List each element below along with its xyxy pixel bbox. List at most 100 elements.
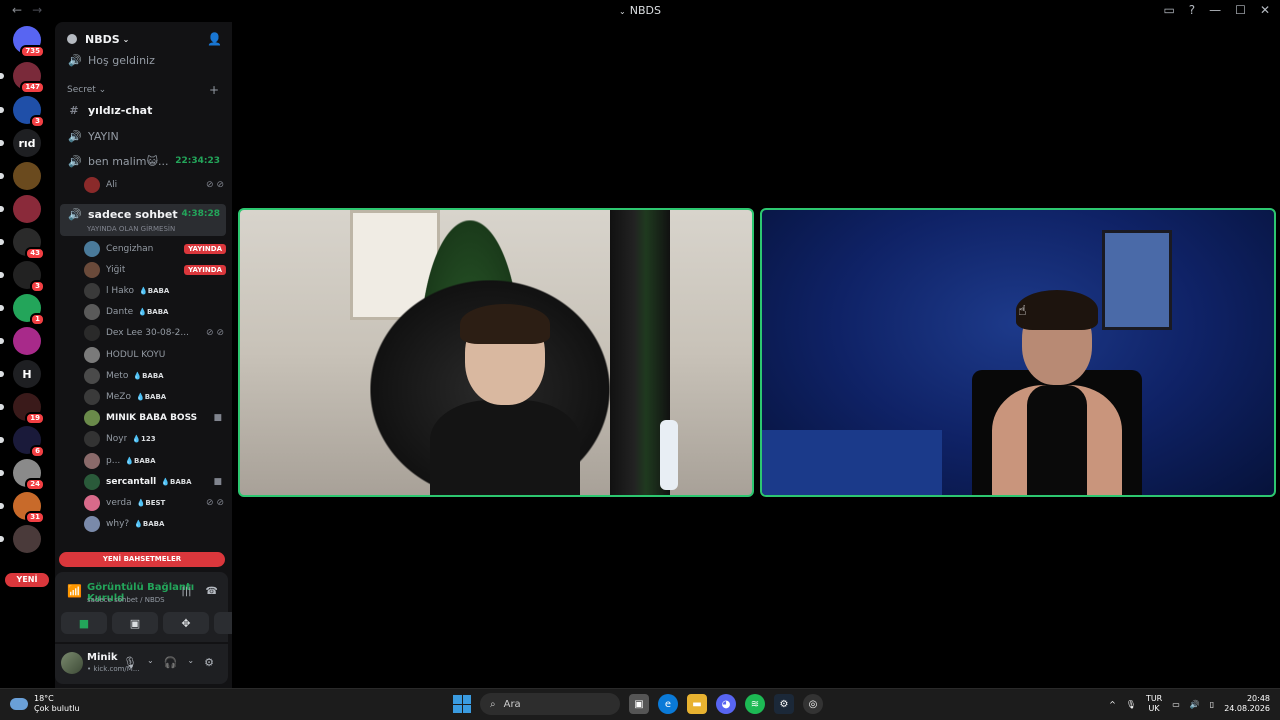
server-icon-s8[interactable]: 1 <box>13 294 45 326</box>
user-name: verda <box>106 497 132 508</box>
weather-widget[interactable]: 18°C Çok bulutlu <box>10 694 80 714</box>
gear-icon[interactable]: ⚙ <box>204 656 214 669</box>
avatar[interactable] <box>61 652 83 674</box>
server-icon-s2[interactable]: 3 <box>13 96 45 128</box>
voice-user[interactable]: verda 💧BEST ⊘ ⊘ <box>84 492 226 513</box>
create-channel-icon[interactable]: + <box>209 83 219 97</box>
activities-button[interactable]: ✥ <box>163 612 209 634</box>
voice-user[interactable]: Yiğit YAYINDA <box>84 259 226 280</box>
voice-user[interactable]: MİNİK BABA BOSS ■ <box>84 408 226 429</box>
close-button[interactable]: ✕ <box>1260 3 1270 17</box>
volume-icon[interactable]: 🔊 <box>1190 700 1200 709</box>
avatar <box>84 388 100 405</box>
server-icon-s14[interactable]: 31 <box>13 492 45 524</box>
unread-badge: 43 <box>25 247 45 260</box>
network-icon[interactable]: ▭ <box>1172 700 1180 709</box>
battery-icon[interactable]: ▯ <box>1210 700 1214 709</box>
search-box[interactable]: ⌕ Ara <box>480 693 620 715</box>
chevron-down-icon[interactable]: ⌄ <box>187 656 194 669</box>
windows-start-icon[interactable] <box>453 695 471 713</box>
spotify-icon[interactable]: ≋ <box>745 694 765 714</box>
clock[interactable]: 20:48 24.08.2026 <box>1224 694 1270 714</box>
chevron-down-icon[interactable]: ⌄ <box>147 656 154 669</box>
role-tag: 💧BABA <box>139 287 169 295</box>
edge-icon[interactable]: e <box>658 694 678 714</box>
channel-yildiz-chat[interactable]: # yıldız-chat <box>60 99 226 121</box>
minimize-button[interactable]: — <box>1209 3 1221 17</box>
invite-people-icon[interactable]: 👤 <box>207 32 222 46</box>
voice-user[interactable]: Noyr 💧123 <box>84 429 226 450</box>
connection-location[interactable]: sadece sohbet / NBDS <box>87 596 165 604</box>
help-icon[interactable]: ? <box>1189 3 1195 17</box>
voice-user[interactable]: l Hako 💧BABA <box>84 280 226 301</box>
inbox-icon[interactable]: ▭ <box>1163 3 1174 17</box>
speaker-active-icon: 🔊 <box>68 208 82 221</box>
server-icon-s13[interactable]: 24 <box>13 459 45 491</box>
server-icon-s12[interactable]: 6 <box>13 426 45 458</box>
voice-user[interactable]: sercantall 💧BABA ■ <box>84 471 226 492</box>
screen-share-button[interactable]: ▣ <box>112 612 158 634</box>
server-icon-s6[interactable]: 43 <box>13 228 45 260</box>
task-view-icon[interactable]: ▣ <box>629 694 649 714</box>
microphone-icon[interactable]: 🎙 <box>1126 700 1136 709</box>
droplet-icon: 💧 <box>135 392 145 401</box>
hashtag-icon: # <box>69 103 79 117</box>
server-icon-s10[interactable]: H <box>13 360 41 388</box>
signal-icon[interactable]: 📶 <box>67 584 82 598</box>
user-name: HODUL KOYU <box>106 349 166 360</box>
server-icon-s3[interactable]: rıd <box>13 129 41 157</box>
discord-icon[interactable]: ◕ <box>716 694 736 714</box>
channel-label: YAYIN <box>88 129 119 143</box>
video-tile-2[interactable] <box>760 208 1276 497</box>
unread-badge: 735 <box>20 45 45 58</box>
server-icon-s5[interactable] <box>13 195 41 223</box>
voice-user[interactable]: Meto 💧BABA <box>84 365 226 386</box>
user-controls: 🎙 ⌄ 🎧 ⌄ ⚙ <box>123 656 214 669</box>
voice-user[interactable]: Dex Lee 30-08-2... ⊘ ⊘ <box>84 323 226 344</box>
server-icon-s7[interactable]: 3 <box>13 261 45 293</box>
voice-user[interactable]: Dante 💧BABA <box>84 302 226 323</box>
app-icon[interactable]: ◎ <box>803 694 823 714</box>
chevron-up-icon[interactable]: ^ <box>1109 700 1116 709</box>
category-secret[interactable]: Secret ⌄ + <box>67 83 219 97</box>
avatar <box>84 282 100 299</box>
voice-user[interactable]: MeZo 💧BABA <box>84 386 226 407</box>
server-icon-s9[interactable] <box>13 327 41 355</box>
steam-icon[interactable]: ⚙ <box>774 694 794 714</box>
channel-ben-malim[interactable]: 🔊 ben malim😺... 22:34:23 <box>60 150 226 172</box>
server-icon-s1[interactable]: 147 <box>13 62 45 94</box>
noise-suppression-icon[interactable]: ||| <box>181 586 191 597</box>
maximize-button[interactable]: ☐ <box>1235 3 1246 17</box>
disconnect-icon[interactable]: ☎ <box>206 586 218 597</box>
voice-user[interactable]: why? 💧BABA <box>84 514 226 535</box>
avatar <box>84 516 100 533</box>
droplet-icon: 💧 <box>134 520 143 529</box>
server-icon-s4[interactable] <box>13 162 41 190</box>
video-tile-1[interactable] <box>238 208 754 497</box>
channel-welcome[interactable]: 🔊 Hoş geldiniz <box>60 49 226 71</box>
server-icon-home[interactable]: 735 <box>13 26 45 58</box>
new-unreads-badge[interactable]: YENİ <box>5 573 49 587</box>
unread-pip <box>0 272 4 278</box>
new-mentions-bar[interactable]: YENİ BAHSETMELER <box>59 552 225 567</box>
voice-user[interactable]: p... 💧BABA <box>84 450 226 471</box>
headphones-icon[interactable]: 🎧 <box>164 656 178 669</box>
mute-deafen-icon: ⊘ ⊘ <box>206 179 224 190</box>
voice-user[interactable]: Ali ⊘ ⊘ <box>84 174 226 195</box>
avatar <box>84 473 100 490</box>
voice-user[interactable]: HODUL KOYU <box>84 344 226 365</box>
title-bar: ← → ⌄ NBDS ▭ ? — ☐ ✕ <box>0 0 1280 22</box>
language-indicator[interactable]: TUR UK <box>1146 694 1162 714</box>
server-icon-s11[interactable]: 19 <box>13 393 45 425</box>
speaker-icon: 🔊 <box>68 129 82 143</box>
avatar <box>84 240 100 257</box>
camera-button[interactable]: ■ <box>61 612 107 634</box>
server-icon-s15[interactable] <box>13 525 41 553</box>
role-tag-label: BABA <box>147 286 170 295</box>
taskbar: 18°C Çok bulutlu ⌕ Ara ▣ e ▬ ◕ ≋ ⚙ ◎ ^ 🎙… <box>0 688 1280 720</box>
microphone-icon[interactable]: 🎙 <box>123 656 137 669</box>
channel-yayin[interactable]: 🔊 YAYIN <box>60 125 226 147</box>
file-explorer-icon[interactable]: ▬ <box>687 694 707 714</box>
lang-bottom: UK <box>1148 704 1160 713</box>
voice-user[interactable]: Cengizhan YAYINDA <box>84 238 226 259</box>
